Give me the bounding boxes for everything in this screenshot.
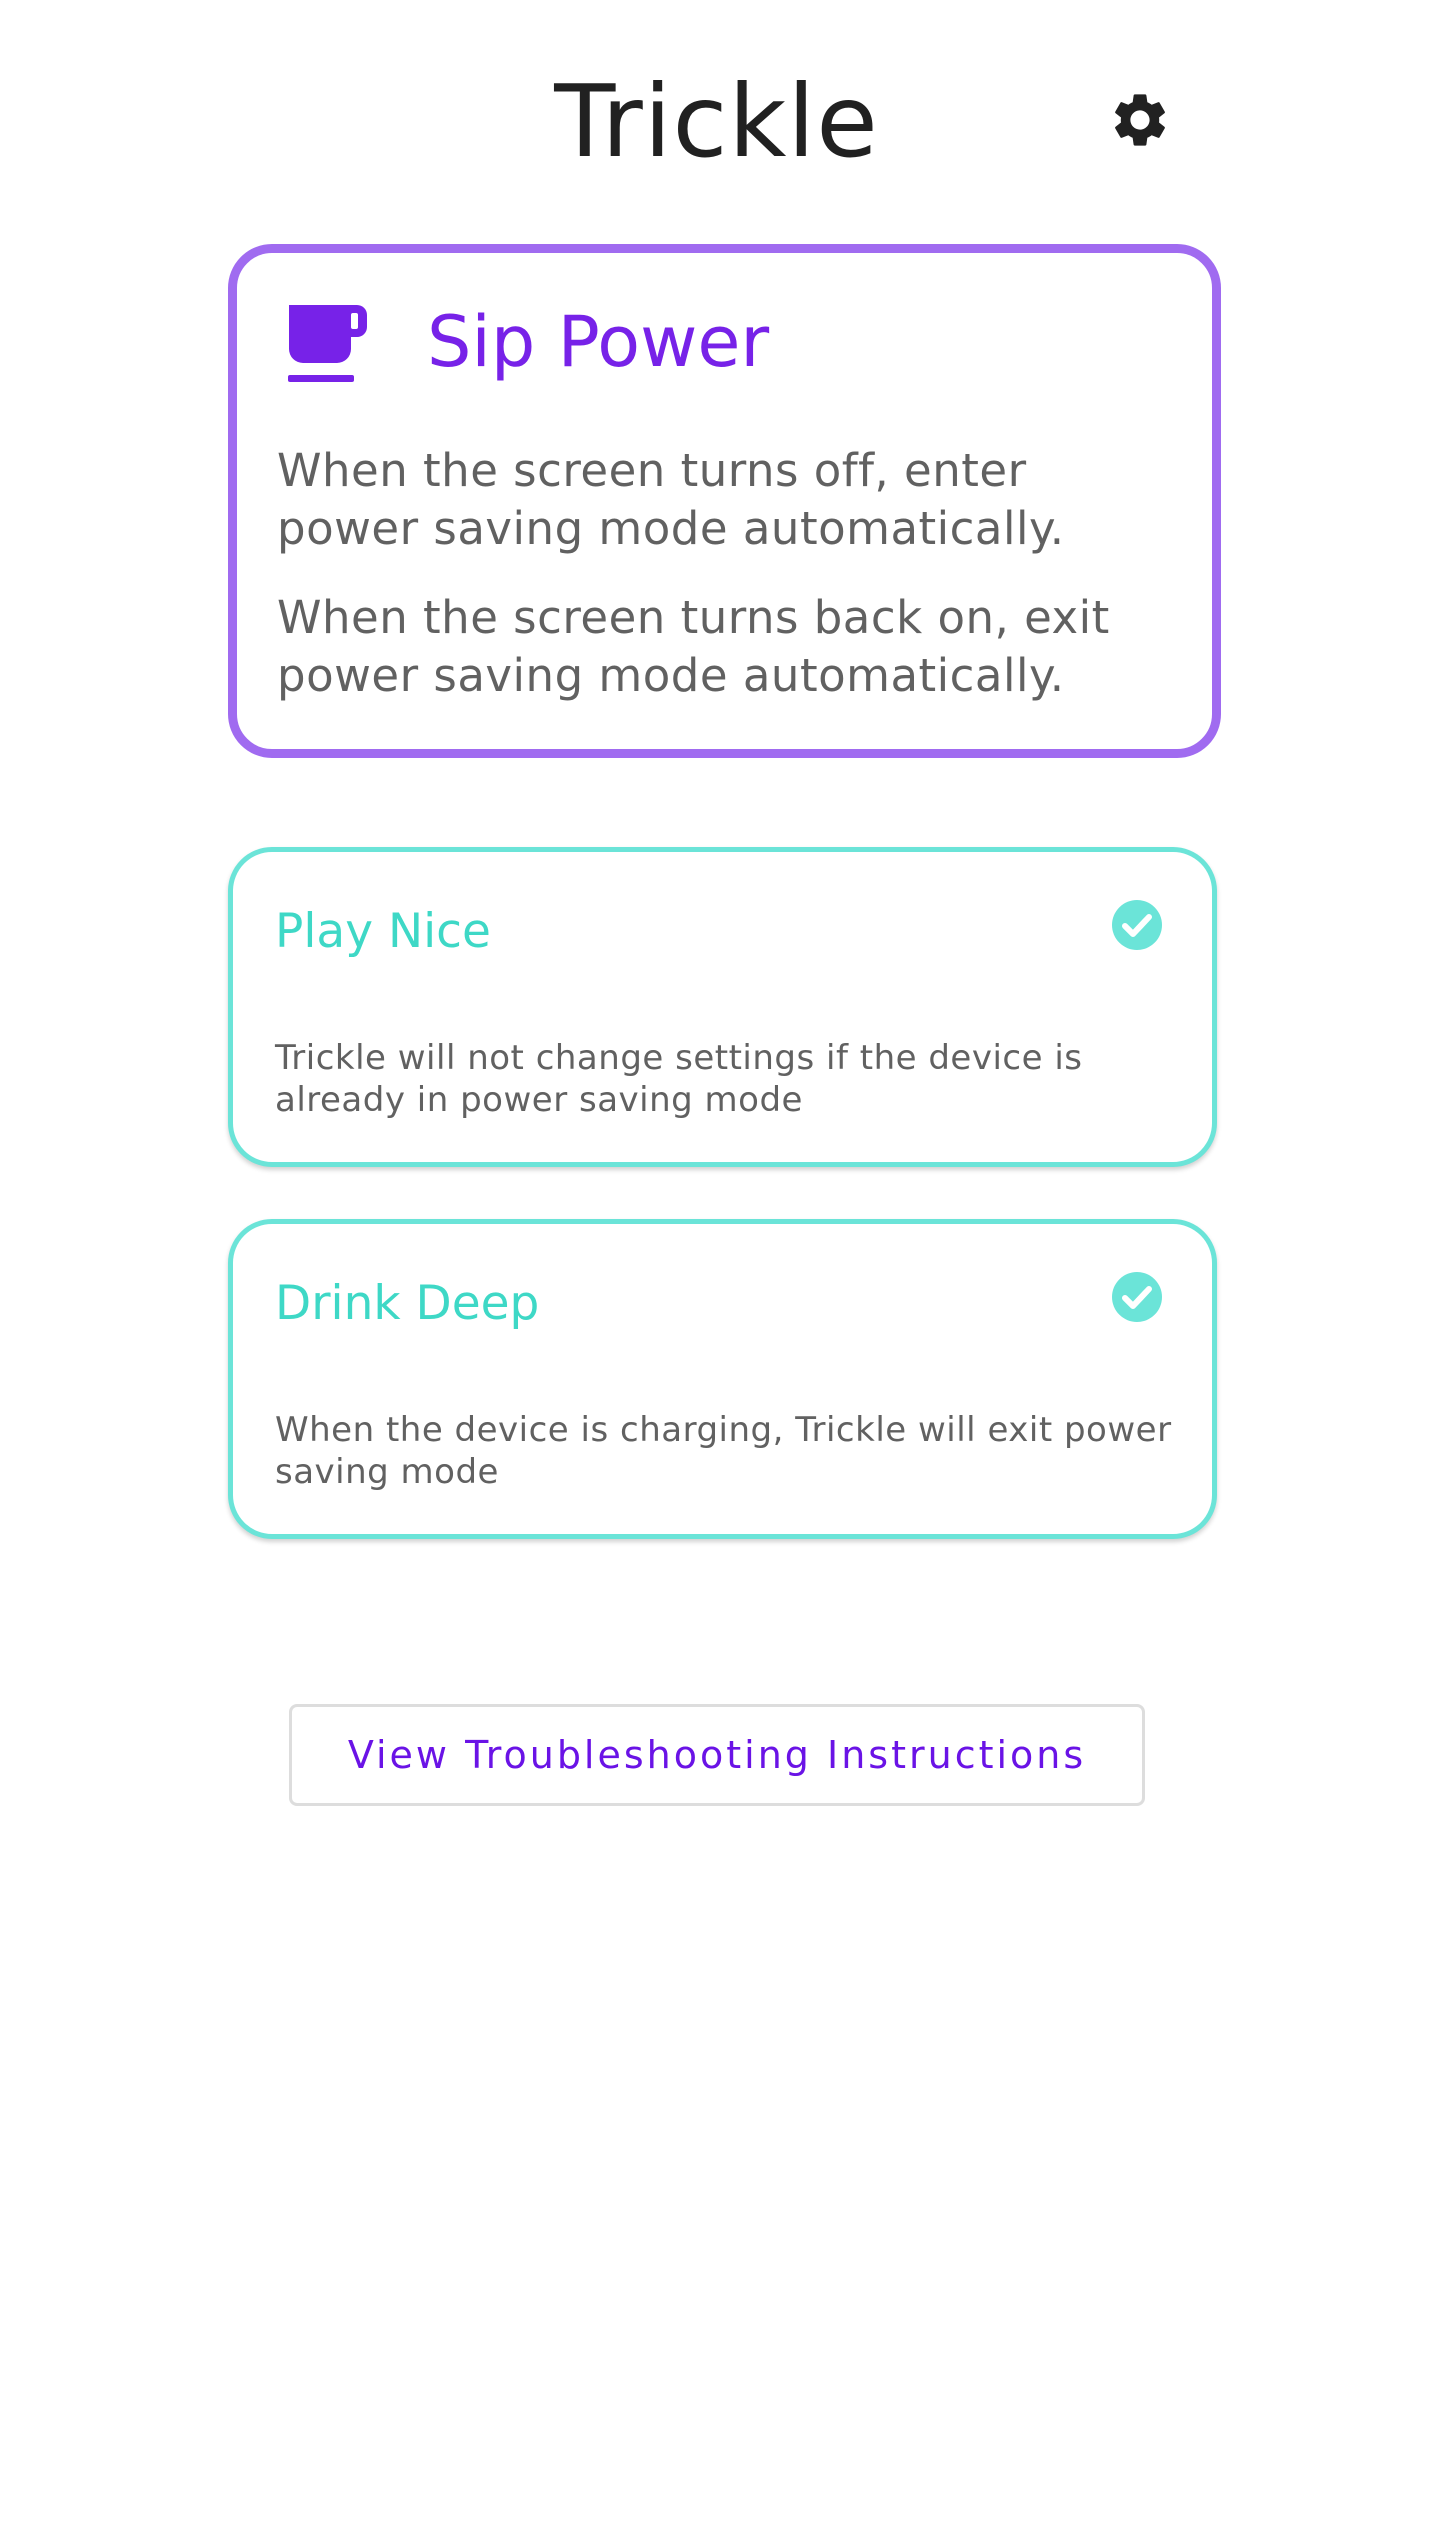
gear-icon [1108, 88, 1172, 152]
check-circle-icon[interactable] [1111, 899, 1163, 951]
drink-deep-description: When the device is charging, Trickle wil… [275, 1410, 1172, 1492]
play-nice-option[interactable]: Play Nice Trickle will not change settin… [228, 847, 1217, 1167]
settings-button[interactable] [1108, 88, 1172, 152]
play-nice-title: Play Nice [275, 904, 491, 959]
sip-power-title: Sip Power [427, 301, 770, 383]
drink-deep-option[interactable]: Drink Deep When the device is charging, … [228, 1219, 1217, 1539]
view-troubleshooting-button[interactable]: View Troubleshooting Instructions [289, 1704, 1145, 1806]
app-title: Trickle [554, 63, 879, 180]
sip-power-description-off: When the screen turns off, enter power s… [277, 444, 1065, 555]
check-circle-icon[interactable] [1111, 1271, 1163, 1323]
sip-power-card: Sip Power When the screen turns off, ent… [228, 244, 1221, 758]
coffee-cup-icon [285, 305, 367, 385]
drink-deep-title: Drink Deep [275, 1276, 540, 1331]
play-nice-description: Trickle will not change settings if the … [275, 1038, 1083, 1120]
sip-power-description-on: When the screen turns back on, exit powe… [277, 591, 1110, 702]
